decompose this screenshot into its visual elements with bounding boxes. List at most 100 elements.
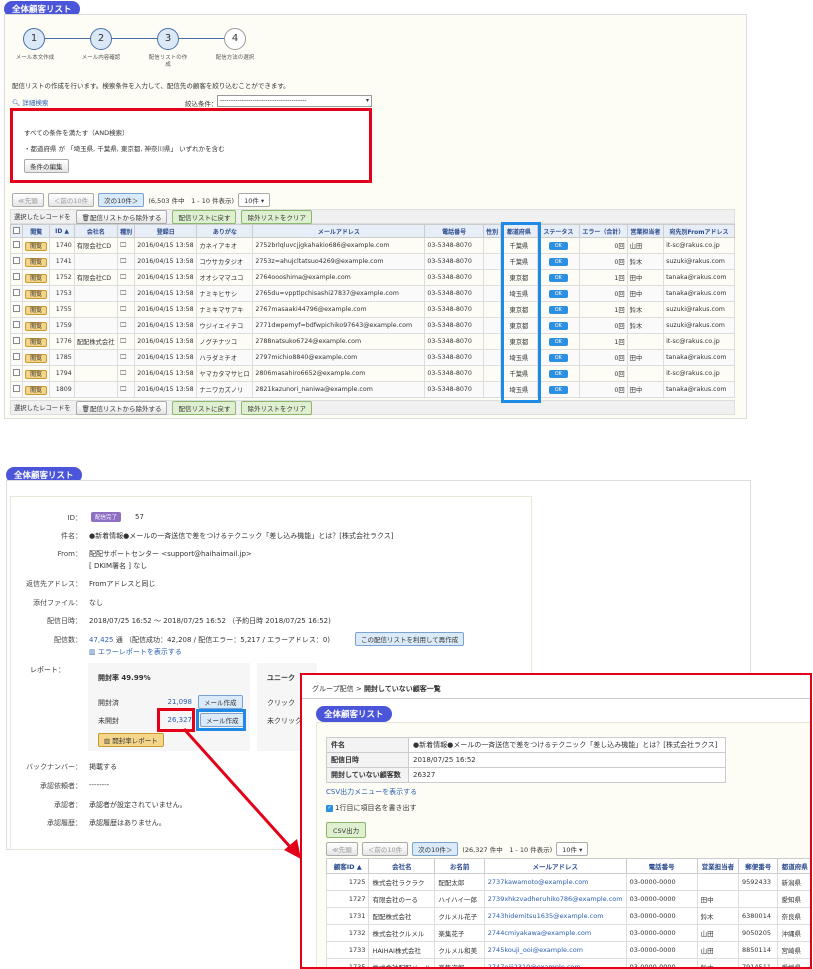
row-checkbox[interactable] — [13, 353, 20, 360]
cell-errors: 0回 — [579, 381, 628, 398]
view-button[interactable]: 閲覧 — [25, 338, 48, 347]
per-page-select[interactable]: 10件 ▾ — [238, 193, 271, 207]
status-cell: OK — [536, 253, 581, 270]
cell-rep: 田中 — [626, 269, 665, 286]
breadcrumb-group[interactable]: グループ配信 — [312, 685, 354, 693]
open-report-button[interactable]: ▥ 開封率レポート — [98, 733, 164, 747]
csv-header-checkbox[interactable]: ✓ — [326, 804, 333, 812]
row-checkbox[interactable] — [13, 273, 20, 280]
view-button[interactable]: 閲覧 — [25, 386, 48, 395]
row-checkbox[interactable] — [13, 321, 20, 328]
exclude-button-bottom[interactable]: 🗑︎配信リストから除外する — [75, 400, 168, 415]
view-cell: 閲覧 — [22, 301, 51, 318]
pager-next-button[interactable]: 次の10件＞ — [98, 193, 145, 207]
cell-email[interactable]: 2743hidemitsu1635@example.com — [483, 907, 627, 925]
pager-prev-button[interactable]: ＜前の10件 — [47, 193, 95, 207]
cell-company — [73, 285, 118, 302]
narrow-select[interactable]: ----------------------------------------… — [217, 95, 372, 107]
row-checkbox[interactable] — [13, 385, 20, 392]
row-checkbox[interactable] — [13, 241, 20, 248]
column-header[interactable]: 営業担当者 — [626, 224, 665, 238]
row-checkbox[interactable] — [13, 337, 20, 344]
column-header[interactable]: 宛先別Fromアドレス — [663, 224, 735, 238]
error-report-link[interactable]: ▥ エラーレポートを表示する — [89, 647, 182, 657]
column-header[interactable]: 電話番号 — [424, 224, 484, 238]
view-button[interactable]: 閲覧 — [25, 370, 48, 379]
view-button[interactable]: 閲覧 — [25, 290, 48, 299]
status-cell: OK — [536, 285, 581, 302]
info-key: 件名 — [326, 737, 409, 753]
column-header[interactable]: 営業担当者 — [696, 858, 740, 874]
clear-exclude-button[interactable]: 除外リストをクリア — [241, 209, 312, 224]
table-row: 閲覧 1809 🖵︎ 2016/04/15 13:58 ナニワカズノリ 2821kazun… — [9, 381, 735, 398]
pager-first-button[interactable]: ≪先頭 — [12, 193, 44, 207]
status-ok-badge: OK — [548, 273, 568, 282]
row-checkbox[interactable] — [13, 305, 20, 312]
column-header[interactable]: ステータス — [536, 224, 581, 238]
cell-email[interactable]: 2747eiji2310@example.com — [483, 958, 627, 967]
column-header[interactable]: 都道府県 — [777, 858, 810, 874]
view-cell: 閲覧 — [22, 285, 51, 302]
exclude-button[interactable]: 🗑︎配信リストから除外する — [75, 209, 168, 224]
cell-email[interactable]: 2737kawamoto@example.com — [483, 873, 627, 891]
return-button[interactable]: 配信リストに戻す — [172, 209, 237, 224]
view-button[interactable]: 閲覧 — [25, 274, 48, 283]
row-checkbox[interactable] — [13, 289, 20, 296]
cell-rep: 山田 — [626, 237, 665, 254]
detail-search-link[interactable]: 🔍︎ 詳細検索 — [12, 97, 48, 107]
popup-pager-first[interactable]: ≪先頭 — [326, 842, 358, 856]
csv-export-button[interactable]: CSV出力 — [326, 822, 367, 838]
count-link[interactable]: 47,425 — [89, 636, 114, 644]
cell-pref: 新潟県 — [777, 873, 810, 891]
exclude-label-bottom: 配信リストから除外する — [89, 404, 162, 413]
select-all-checkbox[interactable] — [13, 226, 21, 234]
subject-value: ●新着情報●メールの一斉送信で差をつけるテクニック「差し込み機能」とは？[株式会… — [89, 532, 394, 540]
cell-email[interactable]: 2744cmiyakawa@example.com — [483, 924, 627, 942]
column-header[interactable]: メールアドレス — [483, 858, 627, 874]
row-checkbox-cell — [9, 285, 24, 302]
column-header[interactable]: 会社名 — [73, 224, 118, 238]
view-button[interactable]: 閲覧 — [25, 322, 48, 331]
column-header[interactable]: 閲覧 — [22, 224, 51, 238]
column-header[interactable]: ID ▲ — [49, 224, 75, 238]
column-header[interactable]: 顧客ID ▲ — [325, 858, 370, 874]
cell-email[interactable]: 2745kouji_ooi@example.com — [483, 941, 627, 959]
view-button[interactable]: 閲覧 — [25, 354, 48, 363]
column-header[interactable]: 電話番号 — [625, 858, 698, 874]
cell-company: HAIHAI株式会社 — [368, 941, 436, 959]
column-header[interactable]: 会社名 — [368, 858, 436, 874]
column-header[interactable]: 性別 — [482, 224, 502, 238]
row-checkbox[interactable] — [13, 257, 20, 264]
chart-icon: ▥ — [104, 737, 111, 745]
monitor-icon: 🖵︎ — [119, 369, 127, 377]
row-checkbox[interactable] — [13, 369, 20, 376]
cell-date: 2016/04/15 13:58 — [134, 365, 198, 382]
view-button[interactable]: 閲覧 — [25, 242, 48, 251]
column-header[interactable]: エラー（合計） — [579, 224, 628, 238]
cell-kana: ウジイエイチコ — [196, 317, 254, 334]
popup-pager-prev[interactable]: ＜前の10件 — [361, 842, 409, 856]
column-header[interactable]: 郵便番号 — [738, 858, 779, 874]
condition-edit-button[interactable]: 条件の編集 — [24, 159, 69, 173]
opened-mail-button[interactable]: メール作成 — [198, 695, 243, 709]
column-header[interactable]: メールアドレス — [252, 224, 426, 238]
table-row: 1725 株式会社ラクラク 配配太郎 2737kawamoto@example.com… — [325, 873, 810, 891]
reuse-button[interactable]: この配信リストを利用して再作成 — [355, 632, 465, 646]
popup-per-page-select[interactable]: 10件 ▾ — [556, 842, 589, 856]
view-button[interactable]: 閲覧 — [25, 306, 48, 315]
per-page-value: 10件 — [244, 197, 259, 205]
row-checkbox-cell — [9, 381, 24, 398]
view-button[interactable]: 閲覧 — [25, 258, 48, 267]
column-header[interactable]: 種別 — [116, 224, 136, 238]
column-header[interactable]: ありがな — [196, 224, 254, 238]
popup-pager-next[interactable]: 次の10件＞ — [412, 842, 459, 856]
csv-menu-link[interactable]: CSV出力メニューを表示する — [326, 787, 417, 797]
clear-exclude-button-bottom[interactable]: 除外リストをクリア — [241, 400, 312, 415]
opened-link[interactable]: 21,098 — [164, 698, 193, 706]
column-header[interactable]: お名前 — [434, 858, 485, 874]
cell-email[interactable]: 2739xhkzvadheruhiko786@example.com — [483, 890, 627, 908]
column-header[interactable]: 登録日 — [134, 224, 198, 238]
popup-pager: ≪先頭 ＜前の10件 次の10件＞ (26,327 件中 1 - 10 件表示)… — [326, 842, 589, 856]
popup-pager-info: (26,327 件中 1 - 10 件表示) — [462, 846, 553, 854]
return-button-bottom[interactable]: 配信リストに戻す — [172, 400, 237, 415]
